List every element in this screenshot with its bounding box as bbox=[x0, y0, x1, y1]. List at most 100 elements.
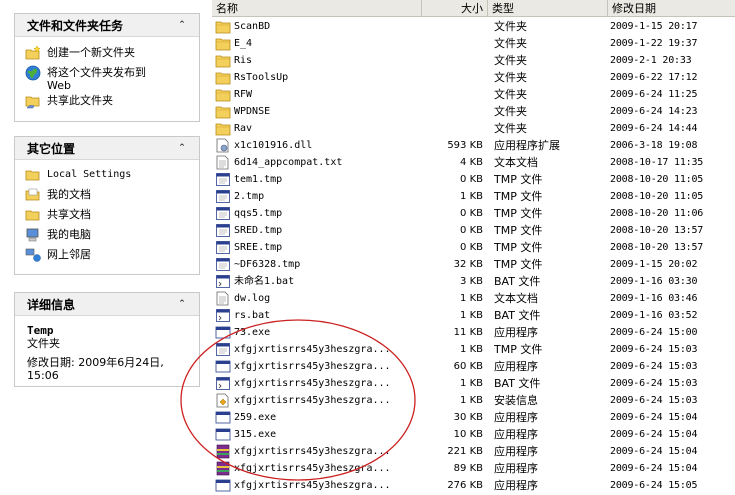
file-size bbox=[412, 18, 483, 35]
file-date: 2009-2-1 20:33 bbox=[610, 55, 692, 66]
file-row[interactable]: 73.exe 11 KB 应用程序 2009-6-24 15:00 bbox=[212, 324, 735, 341]
file-size: 276 KB bbox=[447, 480, 483, 491]
file-date: 2008-10-17 11:35 bbox=[610, 157, 704, 168]
details-panel: 详细信息 ⌃ Temp 文件夹 修改日期: 2009年6月24日, 15:06 bbox=[14, 292, 200, 387]
file-size: 0 KB bbox=[460, 242, 483, 253]
folder-icon bbox=[215, 21, 231, 34]
collapse-icon[interactable]: ⌃ bbox=[175, 141, 189, 155]
file-size: 593 KB bbox=[447, 140, 483, 151]
file-type: BAT 文件 bbox=[494, 377, 541, 390]
file-row[interactable]: 315.exe 10 KB 应用程序 2009-6-24 15:04 bbox=[212, 426, 735, 443]
file-date: 2009-6-24 15:00 bbox=[610, 327, 698, 338]
bat-file-icon bbox=[216, 275, 230, 288]
file-row[interactable]: x1c101916.dll 593 KB 应用程序扩展 2006-3-18 19:08 bbox=[212, 137, 735, 154]
file-type: 应用程序 bbox=[494, 479, 538, 492]
file-type: TMP 文件 bbox=[494, 258, 543, 271]
file-date: 2009-6-24 15:04 bbox=[610, 412, 698, 423]
other-places-header[interactable]: 其它位置 ⌃ bbox=[15, 137, 199, 160]
file-date: 2009-6-24 11:25 bbox=[610, 89, 698, 100]
file-size: 1 KB bbox=[460, 344, 483, 355]
file-row[interactable]: SREE.tmp 0 KB TMP 文件 2008-10-20 13:57 bbox=[212, 239, 735, 256]
file-date: 2008-10-20 11:05 bbox=[610, 191, 704, 202]
file-date: 2009-6-24 15:03 bbox=[610, 361, 698, 372]
file-row[interactable]: tem1.tmp 0 KB TMP 文件 2008-10-20 11:05 bbox=[212, 171, 735, 188]
file-row[interactable]: RFW 文件夹 2009-6-24 11:25 bbox=[212, 86, 735, 103]
share-folder-task[interactable]: 共享此文件夹 bbox=[15, 94, 199, 112]
place-my-documents[interactable]: 我的文档 bbox=[15, 188, 199, 208]
file-type: 应用程序 bbox=[494, 360, 538, 373]
file-row[interactable]: ~DF6328.tmp 32 KB TMP 文件 2009-1-15 20:02 bbox=[212, 256, 735, 273]
column-header-date[interactable]: 修改日期 bbox=[608, 0, 735, 17]
file-date: 2009-6-24 15:05 bbox=[610, 480, 698, 491]
file-size: 32 KB bbox=[453, 259, 483, 270]
column-header-size[interactable]: 大小 bbox=[422, 0, 488, 17]
file-row[interactable]: qqs5.tmp 0 KB TMP 文件 2008-10-20 11:06 bbox=[212, 205, 735, 222]
details-header[interactable]: 详细信息 ⌃ bbox=[15, 293, 199, 316]
place-local-settings[interactable]: Local Settings bbox=[15, 168, 199, 188]
file-row[interactable]: WPDNSE 文件夹 2009-6-24 14:23 bbox=[212, 103, 735, 120]
file-row[interactable]: xfgjxrtisrrs45y3heszgra... 1 KB 安装信息 2009-6… bbox=[212, 392, 735, 409]
place-my-computer[interactable]: 我的电脑 bbox=[15, 228, 199, 248]
file-row[interactable]: 2.tmp 1 KB TMP 文件 2008-10-20 11:05 bbox=[212, 188, 735, 205]
file-row[interactable]: ScanBD 文件夹 2009-1-15 20:17 bbox=[212, 18, 735, 35]
file-row[interactable]: xfgjxrtisrrs45y3heszgra... 276 KB 应用程序 2009… bbox=[212, 477, 735, 494]
file-row[interactable]: E_4 文件夹 2009-1-22 19:37 bbox=[212, 35, 735, 52]
file-row[interactable]: xfgjxrtisrrs45y3heszgra... 1 KB TMP 文件 2009… bbox=[212, 341, 735, 358]
file-date: 2008-10-20 11:06 bbox=[610, 208, 704, 219]
file-size: 60 KB bbox=[453, 361, 483, 372]
file-row[interactable]: Rav 文件夹 2009-6-24 14:44 bbox=[212, 120, 735, 137]
file-row[interactable]: Ris 文件夹 2009-2-1 20:33 bbox=[212, 52, 735, 69]
place-network[interactable]: 网上邻居 bbox=[15, 248, 199, 268]
file-date: 2009-6-24 15:03 bbox=[610, 344, 698, 355]
details-type: 文件夹 bbox=[27, 337, 60, 350]
file-row[interactable]: xfgjxrtisrrs45y3heszgra... 221 KB 应用程序 2009… bbox=[212, 443, 735, 460]
file-folder-tasks-header[interactable]: 文件和文件夹任务 ⌃ bbox=[15, 14, 199, 37]
file-type: 应用程序扩展 bbox=[494, 139, 560, 152]
file-size bbox=[412, 103, 483, 120]
file-row[interactable]: xfgjxrtisrrs45y3heszgra... 1 KB BAT 文件 2009… bbox=[212, 375, 735, 392]
folder-icon bbox=[215, 106, 231, 119]
file-row[interactable]: SRED.tmp 0 KB TMP 文件 2008-10-20 13:57 bbox=[212, 222, 735, 239]
file-row[interactable]: rs.bat 1 KB BAT 文件 2009-1-16 03:52 bbox=[212, 307, 735, 324]
file-row[interactable]: 6d14_appcompat.txt 4 KB 文本文档 2008-10-17 11:… bbox=[212, 154, 735, 171]
file-type: BAT 文件 bbox=[494, 275, 541, 288]
exe-icon bbox=[215, 360, 231, 373]
file-size: 0 KB bbox=[460, 225, 483, 236]
folder-icon bbox=[215, 72, 231, 85]
file-size: 0 KB bbox=[460, 174, 483, 185]
file-type: TMP 文件 bbox=[494, 207, 543, 220]
place-shared-documents[interactable]: 共享文档 bbox=[15, 208, 199, 228]
file-row[interactable]: 未命名1.bat 3 KB BAT 文件 2009-1-16 03:30 bbox=[212, 273, 735, 290]
bat-file-icon bbox=[216, 377, 230, 390]
globe-icon bbox=[25, 65, 41, 81]
panel-title: 其它位置 bbox=[27, 141, 76, 156]
text-file-icon bbox=[216, 155, 229, 170]
file-row[interactable]: xfgjxrtisrrs45y3heszgra... 60 KB 应用程序 2009-… bbox=[212, 358, 735, 375]
folder-icon bbox=[25, 170, 40, 181]
file-date: 2009-6-24 14:44 bbox=[610, 123, 698, 134]
file-row[interactable]: xfgjxrtisrrs45y3heszgra... 89 KB 应用程序 2009-… bbox=[212, 460, 735, 477]
file-size: 1 KB bbox=[460, 378, 483, 389]
collapse-icon[interactable]: ⌃ bbox=[175, 18, 189, 32]
column-header-type[interactable]: 类型 bbox=[488, 0, 608, 17]
publish-web-task[interactable]: 将这个文件夹发布到 Web bbox=[15, 65, 199, 94]
new-folder-task[interactable]: 创建一个新文件夹 bbox=[15, 45, 199, 66]
file-date: 2008-10-20 13:57 bbox=[610, 225, 704, 236]
file-type: 文件夹 bbox=[494, 54, 527, 67]
file-type: 应用程序 bbox=[494, 445, 538, 458]
file-row[interactable]: 259.exe 30 KB 应用程序 2009-6-24 15:04 bbox=[212, 409, 735, 426]
panel-title: 详细信息 bbox=[27, 297, 76, 312]
panel-title: 文件和文件夹任务 bbox=[27, 18, 124, 33]
column-header-name[interactable]: 名称 bbox=[212, 0, 422, 17]
file-type: 文件夹 bbox=[494, 37, 527, 50]
rar-exe-icon bbox=[216, 461, 230, 476]
file-row[interactable]: dw.log 1 KB 文本文档 2009-1-16 03:46 bbox=[212, 290, 735, 307]
file-size: 3 KB bbox=[460, 276, 483, 287]
file-type: 文本文档 bbox=[494, 156, 538, 169]
file-size bbox=[412, 35, 483, 52]
file-row[interactable]: RsToolsUp 文件夹 2009-6-22 17:12 bbox=[212, 69, 735, 86]
tmp-file-icon bbox=[216, 190, 230, 203]
file-date: 2008-10-20 11:05 bbox=[610, 174, 704, 185]
file-date: 2009-1-16 03:46 bbox=[610, 293, 698, 304]
collapse-icon[interactable]: ⌃ bbox=[175, 297, 189, 311]
